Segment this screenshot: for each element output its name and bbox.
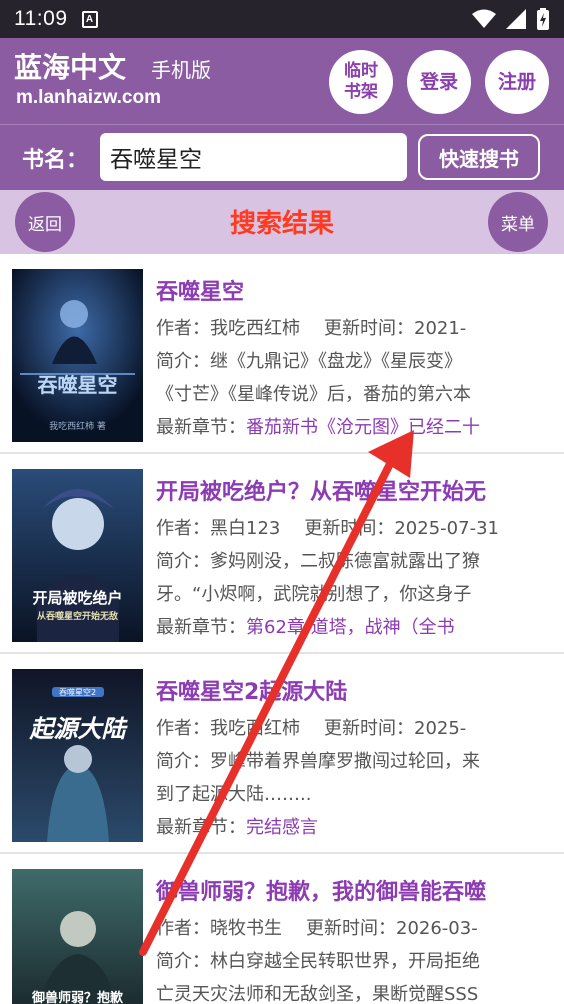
search-bar: 书名： 快速搜书 <box>0 124 564 190</box>
intro-line-2: 亡灵天灾法师和无敌剑圣，果断觉醒SSS <box>156 984 479 1004</box>
book-info: 御兽师弱？抱歉，我的御兽能吞噬 作者：晓牧书生 更新时间：2026-03- 简介：… <box>156 874 556 1004</box>
menu-button[interactable]: 菜单 <box>488 192 548 252</box>
intro-text: 罗峰带着界兽摩罗撒闯过轮回，来 <box>210 751 480 772</box>
book-info: 吞噬星空 作者：我吃西红柿 更新时间：2021- 简介：继《九鼎记》《盘龙》《星辰… <box>156 274 556 444</box>
site-subtitle: 手机版 <box>151 58 211 82</box>
author-name: 黑白123 <box>210 518 281 539</box>
status-time: 11:09 <box>14 7 68 30</box>
cover-author: 从吞噬星空开始无敌 <box>36 612 118 622</box>
site-url: m.lanhaizw.com <box>16 87 161 108</box>
status-icons <box>472 8 550 30</box>
list-item[interactable]: 吞噬星空 我吃西红柿 著 吞噬星空 作者：我吃西红柿 更新时间：2021- 简介：… <box>0 254 564 454</box>
status-bar: 11:09 A <box>0 0 564 38</box>
temp-bookshelf-button[interactable]: 临时书架 <box>329 50 393 114</box>
intro-line-2: 到了起源大陆…….. <box>156 784 312 805</box>
battery-icon <box>537 8 549 30</box>
book-title[interactable]: 御兽师弱？抱歉，我的御兽能吞噬 <box>156 874 556 912</box>
list-item[interactable]: 吞噬星空2 起源大陆 吞噬星空2起源大陆 作者：我吃西红柿 更新时间：2025- … <box>0 654 564 854</box>
update-time: 2026-03- <box>396 918 478 939</box>
cover-title: 吞噬星空 <box>37 373 118 397</box>
author-line: 作者：黑白123 更新时间：2025-07-31 <box>156 518 499 539</box>
page-title: 搜索结果 <box>229 209 334 239</box>
latest-chapter-line: 最新章节：完结感言 <box>156 817 318 838</box>
intro-line: 简介：继《九鼎记》《盘龙》《星辰变》 <box>156 351 462 372</box>
book-title[interactable]: 吞噬星空2起源大陆 <box>156 674 556 712</box>
intro-text: 继《九鼎记》《盘龙》《星辰变》 <box>210 351 462 372</box>
intro-text: 林白穿越全民转职世界，开局拒绝 <box>210 951 480 972</box>
intro-text: 爹妈刚没，二叔陈德富就露出了獠 <box>210 551 480 572</box>
author-name: 我吃西红柿 <box>210 718 300 739</box>
search-results-list: 吞噬星空 我吃西红柿 著 吞噬星空 作者：我吃西红柿 更新时间：2021- 简介：… <box>0 254 564 1004</box>
update-time: 2021- <box>414 318 467 339</box>
update-time: 2025-07-31 <box>394 518 499 539</box>
book-title[interactable]: 开局被吃绝户？从吞噬星空开始无 <box>156 474 556 512</box>
cover-series: 吞噬星空2 <box>58 688 97 697</box>
search-label: 书名： <box>22 148 89 173</box>
list-item[interactable]: 开局被吃绝户 从吞噬星空开始无敌 开局被吃绝户？从吞噬星空开始无 作者：黑白12… <box>0 454 564 654</box>
book-cover[interactable]: 吞噬星空 我吃西红柿 著 <box>12 269 143 442</box>
author-line: 作者：我吃西红柿 更新时间：2025- <box>156 718 467 739</box>
intro-line: 简介：罗峰带着界兽摩罗撒闯过轮回，来 <box>156 751 480 772</box>
latest-chapter-link[interactable]: 番茄新书《沧元图》已经二十 <box>246 417 480 438</box>
book-title[interactable]: 吞噬星空 <box>156 274 556 312</box>
cover-author: 我吃西红柿 著 <box>49 422 106 432</box>
latest-chapter-line: 最新章节：番茄新书《沧元图》已经二十 <box>156 417 480 438</box>
wifi-icon <box>472 9 496 28</box>
book-cover[interactable]: 御兽师弱？抱歉 <box>12 869 143 1004</box>
latest-chapter-link[interactable]: 第62章 道塔，战神（全书 <box>246 617 455 638</box>
site-header: 蓝海中文 手机版 m.lanhaizw.com 临时书架 登录 注册 <box>0 38 564 124</box>
intro-line: 简介：林白穿越全民转职世界，开局拒绝 <box>156 951 480 972</box>
signal-icon <box>506 9 526 29</box>
login-button[interactable]: 登录 <box>407 50 471 114</box>
book-info: 吞噬星空2起源大陆 作者：我吃西红柿 更新时间：2025- 简介：罗峰带着界兽摩罗… <box>156 674 556 844</box>
app-notification-icon: A <box>81 10 98 28</box>
site-logo-title[interactable]: 蓝海中文 <box>14 46 126 86</box>
author-line: 作者：我吃西红柿 更新时间：2021- <box>156 318 467 339</box>
book-cover[interactable]: 吞噬星空2 起源大陆 <box>12 669 143 842</box>
quick-search-button[interactable]: 快速搜书 <box>418 134 540 180</box>
book-info: 开局被吃绝户？从吞噬星空开始无 作者：黑白123 更新时间：2025-07-31 … <box>156 474 556 644</box>
search-input[interactable] <box>100 133 407 181</box>
author-name: 我吃西红柿 <box>210 318 300 339</box>
cover-title: 开局被吃绝户 <box>32 589 123 607</box>
intro-line: 简介：爹妈刚没，二叔陈德富就露出了獠 <box>156 551 480 572</box>
book-cover[interactable]: 开局被吃绝户 从吞噬星空开始无敌 <box>12 469 143 642</box>
results-titlebar: 返回 搜索结果 菜单 <box>0 190 564 254</box>
author-name: 晓牧书生 <box>210 918 282 939</box>
list-item[interactable]: 御兽师弱？抱歉 御兽师弱？抱歉，我的御兽能吞噬 作者：晓牧书生 更新时间：2026… <box>0 854 564 1004</box>
intro-line-2: 牙。“小烬啊，武院就别想了，你这身子 <box>156 584 472 605</box>
latest-chapter-link[interactable]: 完结感言 <box>246 817 318 838</box>
cover-title: 御兽师弱？抱歉 <box>31 991 123 1004</box>
register-button[interactable]: 注册 <box>485 50 549 114</box>
intro-line-2: 《寸芒》《星峰传说》后，番茄的第六本 <box>156 384 471 405</box>
cover-title: 起源大陆 <box>29 715 126 743</box>
latest-chapter-line: 最新章节：第62章 道塔，战神（全书 <box>156 617 455 638</box>
author-line: 作者：晓牧书生 更新时间：2026-03- <box>156 918 478 939</box>
update-time: 2025- <box>414 718 467 739</box>
